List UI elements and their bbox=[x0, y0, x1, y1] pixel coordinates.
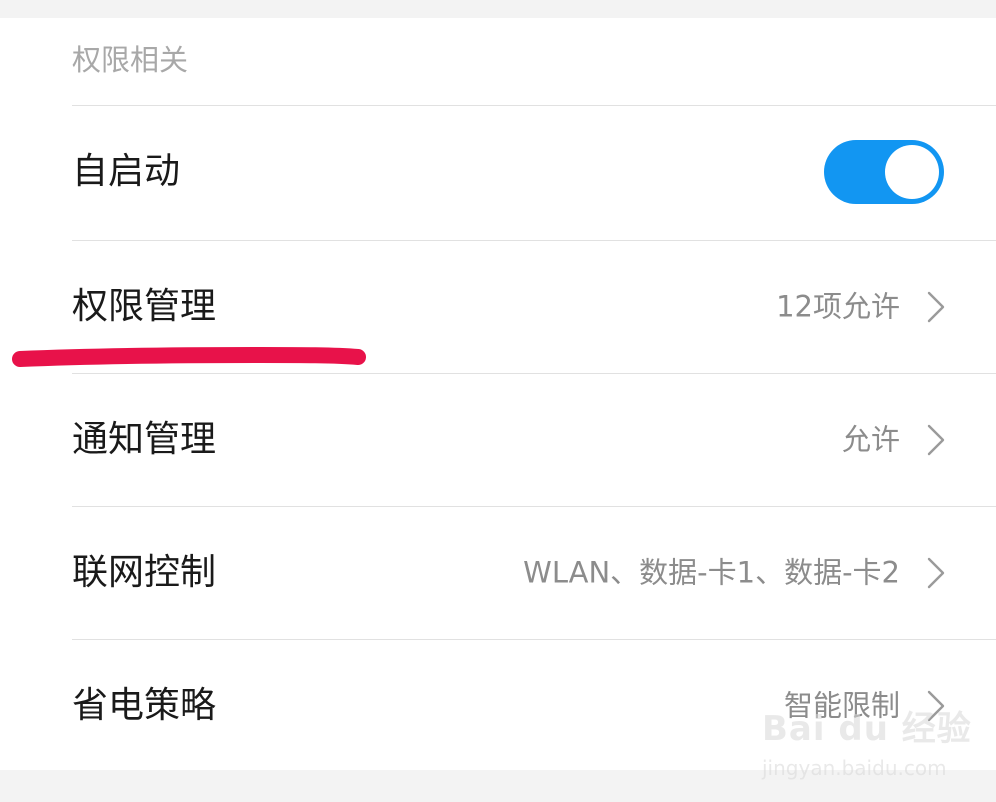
watermark-url: jingyan.baidu.com bbox=[762, 756, 947, 780]
notification-management-value: 允许 bbox=[841, 422, 900, 456]
row-divider bbox=[72, 240, 996, 241]
row-divider bbox=[72, 506, 996, 507]
chevron-right-icon bbox=[927, 424, 945, 455]
settings-row-permission-management[interactable]: 权限管理 12项允许 bbox=[0, 240, 996, 373]
baidu-jingyan-watermark: Bai du 经验 jingyan.baidu.com bbox=[762, 712, 982, 792]
watermark-logo-text: Bai du 经验 bbox=[762, 709, 972, 749]
notification-management-label: 通知管理 bbox=[72, 418, 217, 460]
section-title: 权限相关 bbox=[72, 43, 189, 77]
settings-panel: 权限相关 自启动 权限管理 12项允许 通知管理 允许 联网控制 WLAN、数据… bbox=[0, 18, 996, 770]
network-control-label: 联网控制 bbox=[72, 551, 217, 593]
auto-start-toggle[interactable] bbox=[824, 139, 944, 204]
chevron-right-icon bbox=[927, 557, 945, 588]
permission-management-label: 权限管理 bbox=[72, 285, 217, 327]
chevron-right-icon bbox=[927, 291, 945, 322]
row-divider bbox=[72, 373, 996, 374]
power-saving-label: 省电策略 bbox=[72, 684, 217, 726]
settings-row-notification-management[interactable]: 通知管理 允许 bbox=[0, 373, 996, 506]
row-divider bbox=[72, 105, 996, 106]
settings-row-network-control[interactable]: 联网控制 WLAN、数据-卡1、数据-卡2 bbox=[0, 506, 996, 639]
permission-management-value: 12项允许 bbox=[776, 289, 900, 323]
network-control-value: WLAN、数据-卡1、数据-卡2 bbox=[523, 555, 900, 589]
settings-row-auto-start[interactable]: 自启动 bbox=[0, 105, 996, 238]
toggle-knob bbox=[885, 144, 939, 199]
row-divider bbox=[72, 639, 996, 640]
auto-start-label: 自启动 bbox=[72, 150, 181, 192]
